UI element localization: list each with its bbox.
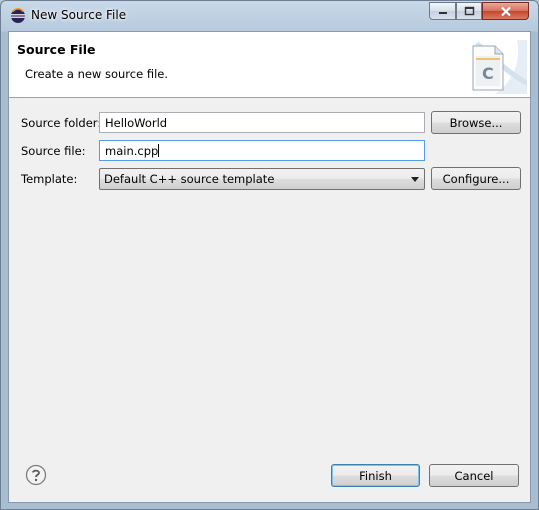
source-file-input[interactable]: main.cpp bbox=[99, 140, 425, 161]
c-source-file-icon: C bbox=[455, 40, 527, 94]
source-file-label: Source file: bbox=[21, 144, 86, 158]
dialog-client-area: Source File Create a new source file. C … bbox=[8, 31, 531, 503]
page-description: Create a new source file. bbox=[25, 67, 169, 81]
configure-button-label: Configure... bbox=[442, 171, 510, 186]
finish-button-label: Finish bbox=[359, 468, 392, 483]
minimize-icon bbox=[438, 12, 447, 14]
browse-button-label: Browse... bbox=[449, 115, 503, 130]
dropdown-arrow-icon bbox=[411, 177, 419, 182]
wizard-header: Source File Create a new source file. C bbox=[9, 32, 530, 98]
source-folder-input[interactable]: HelloWorld bbox=[99, 112, 425, 133]
page-title: Source File bbox=[17, 42, 96, 57]
dialog-window: New Source File Source File Create a new… bbox=[0, 0, 539, 510]
template-label: Template: bbox=[21, 172, 78, 186]
template-selected-value: Default C++ source template bbox=[104, 172, 275, 186]
finish-button[interactable]: Finish bbox=[331, 464, 420, 487]
c-file-letter: C bbox=[482, 64, 494, 83]
help-icon[interactable] bbox=[25, 464, 47, 486]
window-title: New Source File bbox=[31, 8, 127, 22]
close-button[interactable] bbox=[482, 2, 529, 20]
browse-button[interactable]: Browse... bbox=[431, 111, 521, 134]
template-select[interactable]: Default C++ source template bbox=[99, 168, 425, 190]
source-file-value: main.cpp bbox=[105, 144, 159, 158]
maximize-icon bbox=[464, 6, 474, 16]
close-icon bbox=[500, 6, 511, 16]
source-folder-label: Source folder: bbox=[21, 116, 102, 130]
minimize-button[interactable] bbox=[429, 2, 456, 20]
cancel-button[interactable]: Cancel bbox=[429, 464, 519, 487]
maximize-button[interactable] bbox=[456, 2, 482, 20]
configure-button[interactable]: Configure... bbox=[431, 167, 521, 190]
text-caret bbox=[158, 144, 160, 157]
title-bar[interactable]: New Source File bbox=[1, 1, 538, 31]
source-folder-value: HelloWorld bbox=[105, 116, 168, 130]
cancel-button-label: Cancel bbox=[454, 468, 494, 483]
eclipse-icon bbox=[11, 8, 25, 23]
